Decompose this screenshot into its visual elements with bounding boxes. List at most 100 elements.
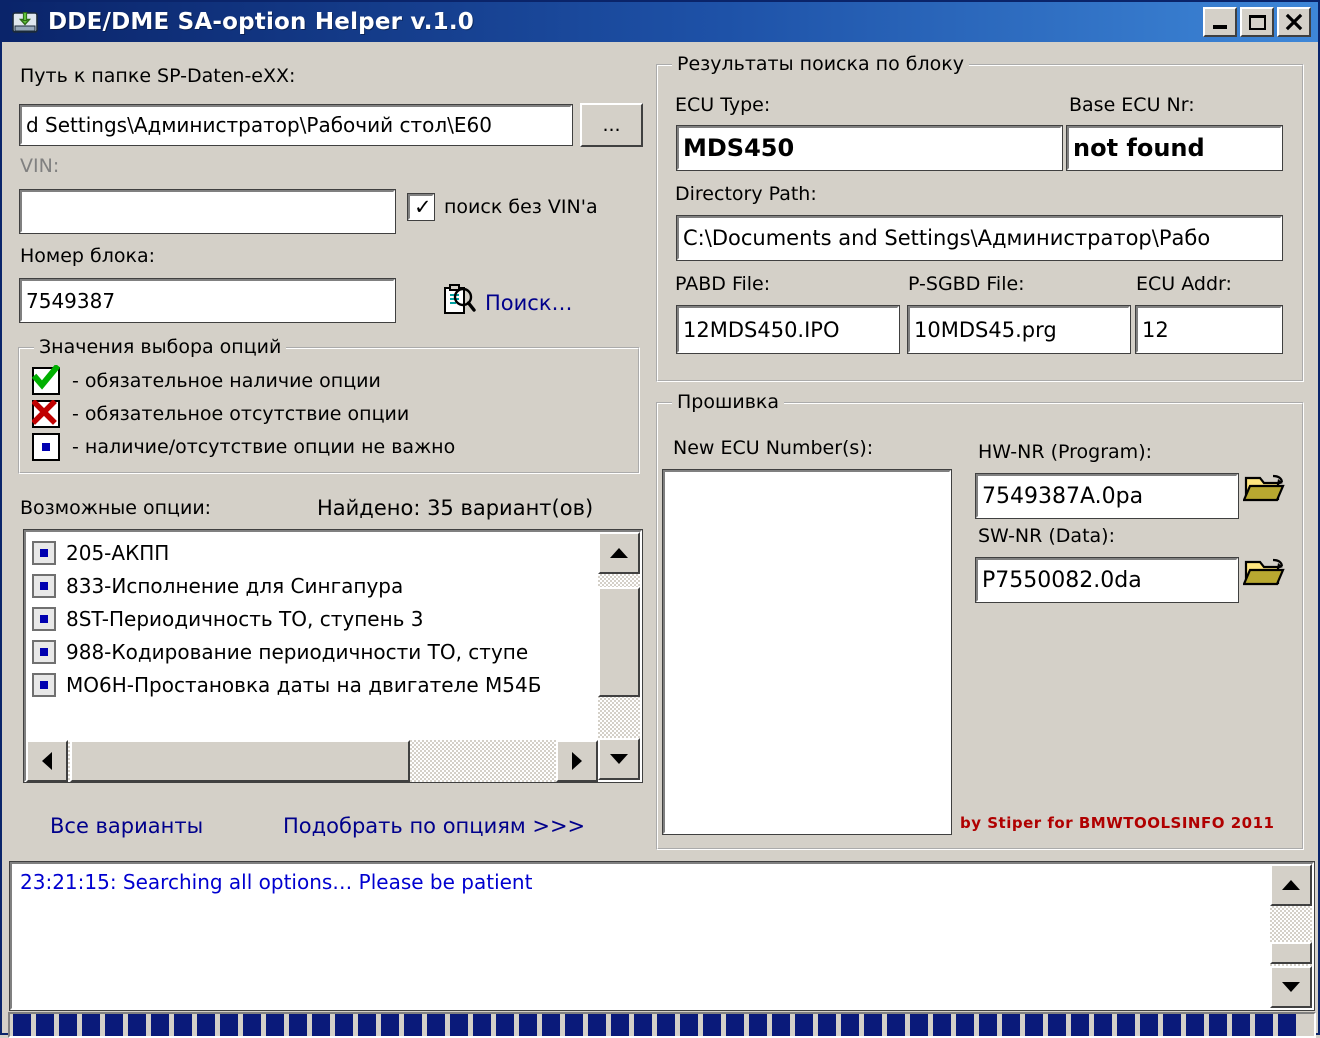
ecu-type-value[interactable]: MDS450 [676, 125, 1063, 171]
browse-path-button[interactable]: ... [580, 103, 643, 147]
sw-nr-value[interactable]: P7550082.0da [975, 557, 1239, 603]
chevron-right-icon [572, 752, 582, 770]
blue-square-icon[interactable] [32, 672, 56, 697]
new-ecu-numbers-label: New ECU Number(s): [673, 437, 874, 459]
log-vertical-scrollbar[interactable] [1270, 864, 1312, 1008]
author-signature: by Stiper for BMWTOOLSINFO 2011 [960, 814, 1275, 832]
chevron-down-icon [610, 754, 628, 764]
window-title: DDE/DME SA-option Helper v.1.0 [48, 9, 474, 35]
application-window: DDE/DME SA-option Helper v.1.0 Путь к па… [0, 0, 1320, 1038]
legend-text: - наличие/отсутствие опции не важно [72, 436, 456, 458]
magnifier-clipboard-icon [442, 283, 476, 322]
ecu-addr-label: ECU Addr: [1136, 273, 1232, 295]
pabd-file-value[interactable]: 12MDS450.IPO [676, 305, 900, 354]
all-variants-button[interactable]: Все варианты [50, 814, 203, 838]
legend-item-required: - обязательное наличие опции [32, 365, 381, 395]
open-folder-icon [1242, 474, 1285, 502]
scroll-right-button[interactable] [556, 740, 598, 782]
dot [42, 443, 50, 451]
scroll-thumb[interactable] [70, 740, 410, 782]
red-cross-icon [32, 400, 60, 428]
search-without-vin-label: поиск без VIN'a [444, 196, 598, 218]
match-by-options-button[interactable]: Подобрать по опциям >>> [283, 814, 585, 838]
minimize-button[interactable] [1203, 7, 1237, 37]
list-item-label: MO6H-Простановка даты на двигателе M54Б [66, 672, 542, 697]
ecu-type-label: ECU Type: [675, 94, 771, 116]
directory-path-value[interactable]: C:\Documents and Settings\Администратор\… [676, 215, 1283, 261]
block-number-input[interactable]: 7549387 [19, 278, 396, 323]
new-ecu-numbers-listbox[interactable] [662, 469, 952, 835]
path-label: Путь к папке SP-Daten-eXX: [20, 65, 296, 87]
list-item[interactable]: 8ST-Периодичность ТО, ступень 3 [26, 602, 640, 635]
directory-path-label: Directory Path: [675, 183, 817, 205]
maximize-button[interactable] [1240, 7, 1274, 37]
results-title: Результаты поиска по блоку [672, 53, 969, 75]
firmware-title: Прошивка [672, 391, 785, 413]
base-ecu-nr-label: Base ECU Nr: [1069, 94, 1195, 116]
legend-item-forbidden: - обязательное отсутствие опции [32, 400, 409, 428]
hw-nr-browse-button[interactable] [1242, 466, 1287, 511]
list-item-label: 833-Исполнение для Сингапура [66, 573, 404, 598]
block-number-label: Номер блока: [20, 245, 156, 267]
search-button-label: Поиск… [485, 290, 573, 315]
options-list: 205-АКПП 833-Исполнение для Сингапура 8S… [26, 532, 640, 701]
close-icon [1285, 13, 1303, 31]
legend-text: - обязательное отсутствие опции [72, 403, 410, 425]
scroll-left-button[interactable] [26, 740, 68, 782]
list-item[interactable]: 205-АКПП [26, 536, 640, 569]
list-item[interactable]: 988-Кодирование периодичности ТО, ступе [26, 635, 640, 668]
search-without-vin-checkbox[interactable]: ✓ [407, 193, 435, 221]
scroll-up-button[interactable] [1270, 864, 1312, 906]
list-item[interactable]: 833-Исполнение для Сингапура [26, 569, 640, 602]
hw-nr-label: HW-NR (Program): [978, 441, 1153, 463]
legend-group: Значения выбора опций - обязательное нал… [18, 336, 640, 474]
hw-nr-value[interactable]: 7549387A.0pa [975, 473, 1239, 519]
psgbd-file-label: P-SGBD File: [908, 273, 1025, 295]
progress-bar [8, 1012, 1316, 1038]
blue-square-icon[interactable] [32, 540, 56, 565]
search-without-vin-row[interactable]: ✓ поиск без VIN'a [407, 193, 598, 221]
scroll-down-button[interactable] [598, 738, 640, 780]
firmware-group: Прошивка New ECU Number(s): HW-NR (Progr… [656, 391, 1304, 850]
search-button[interactable]: Поиск… [442, 283, 573, 322]
base-ecu-nr-value[interactable]: not found [1066, 125, 1283, 171]
legend-title: Значения выбора опций [34, 336, 287, 358]
blue-square-icon[interactable] [32, 573, 56, 598]
vin-label: VIN: [20, 155, 60, 177]
scroll-down-button[interactable] [1270, 966, 1312, 1008]
scroll-thumb[interactable] [598, 587, 640, 697]
chevron-down-icon [1282, 982, 1300, 992]
chevron-up-icon [1282, 880, 1300, 890]
legend-text: - обязательное наличие опции [72, 370, 381, 392]
scroll-thumb[interactable] [1270, 942, 1312, 964]
title-bar[interactable]: DDE/DME SA-option Helper v.1.0 [2, 2, 1318, 42]
blue-square-icon [32, 433, 60, 461]
sw-nr-browse-button[interactable] [1242, 550, 1287, 595]
list-item-label: 988-Кодирование периодичности ТО, ступе [66, 639, 529, 664]
sw-nr-label: SW-NR (Data): [978, 525, 1115, 547]
options-horizontal-scrollbar[interactable] [26, 740, 598, 782]
list-item-label: 205-АКПП [66, 540, 170, 565]
options-label: Возможные опции: [20, 497, 212, 519]
list-item[interactable]: MO6H-Простановка даты на двигателе M54Б [26, 668, 640, 701]
path-input[interactable]: d Settings\Администратор\Рабочий стол\E6… [19, 104, 573, 146]
green-check-icon [32, 365, 60, 395]
close-button[interactable] [1277, 7, 1311, 37]
window-controls [1203, 7, 1314, 37]
psgbd-file-value[interactable]: 10MDS45.prg [907, 305, 1131, 354]
pabd-file-label: PABD File: [675, 273, 771, 295]
blue-square-icon[interactable] [32, 639, 56, 664]
chevron-up-icon [610, 548, 628, 558]
found-count-label: Найдено: 35 вариант(ов) [317, 496, 594, 520]
blue-square-icon[interactable] [32, 606, 56, 631]
vin-input[interactable] [19, 189, 396, 234]
ecu-addr-value[interactable]: 12 [1135, 305, 1283, 354]
disk-download-icon [10, 7, 40, 37]
options-vertical-scrollbar[interactable] [598, 532, 640, 780]
maximize-icon [1248, 14, 1266, 30]
scroll-up-button[interactable] [598, 532, 640, 574]
open-folder-icon [1242, 558, 1285, 586]
log-area[interactable]: 23:21:15: Searching all options… Please … [9, 861, 1315, 1011]
legend-item-dontcare: - наличие/отсутствие опции не важно [32, 433, 455, 461]
results-group: Результаты поиска по блоку ECU Type: MDS… [656, 53, 1304, 382]
